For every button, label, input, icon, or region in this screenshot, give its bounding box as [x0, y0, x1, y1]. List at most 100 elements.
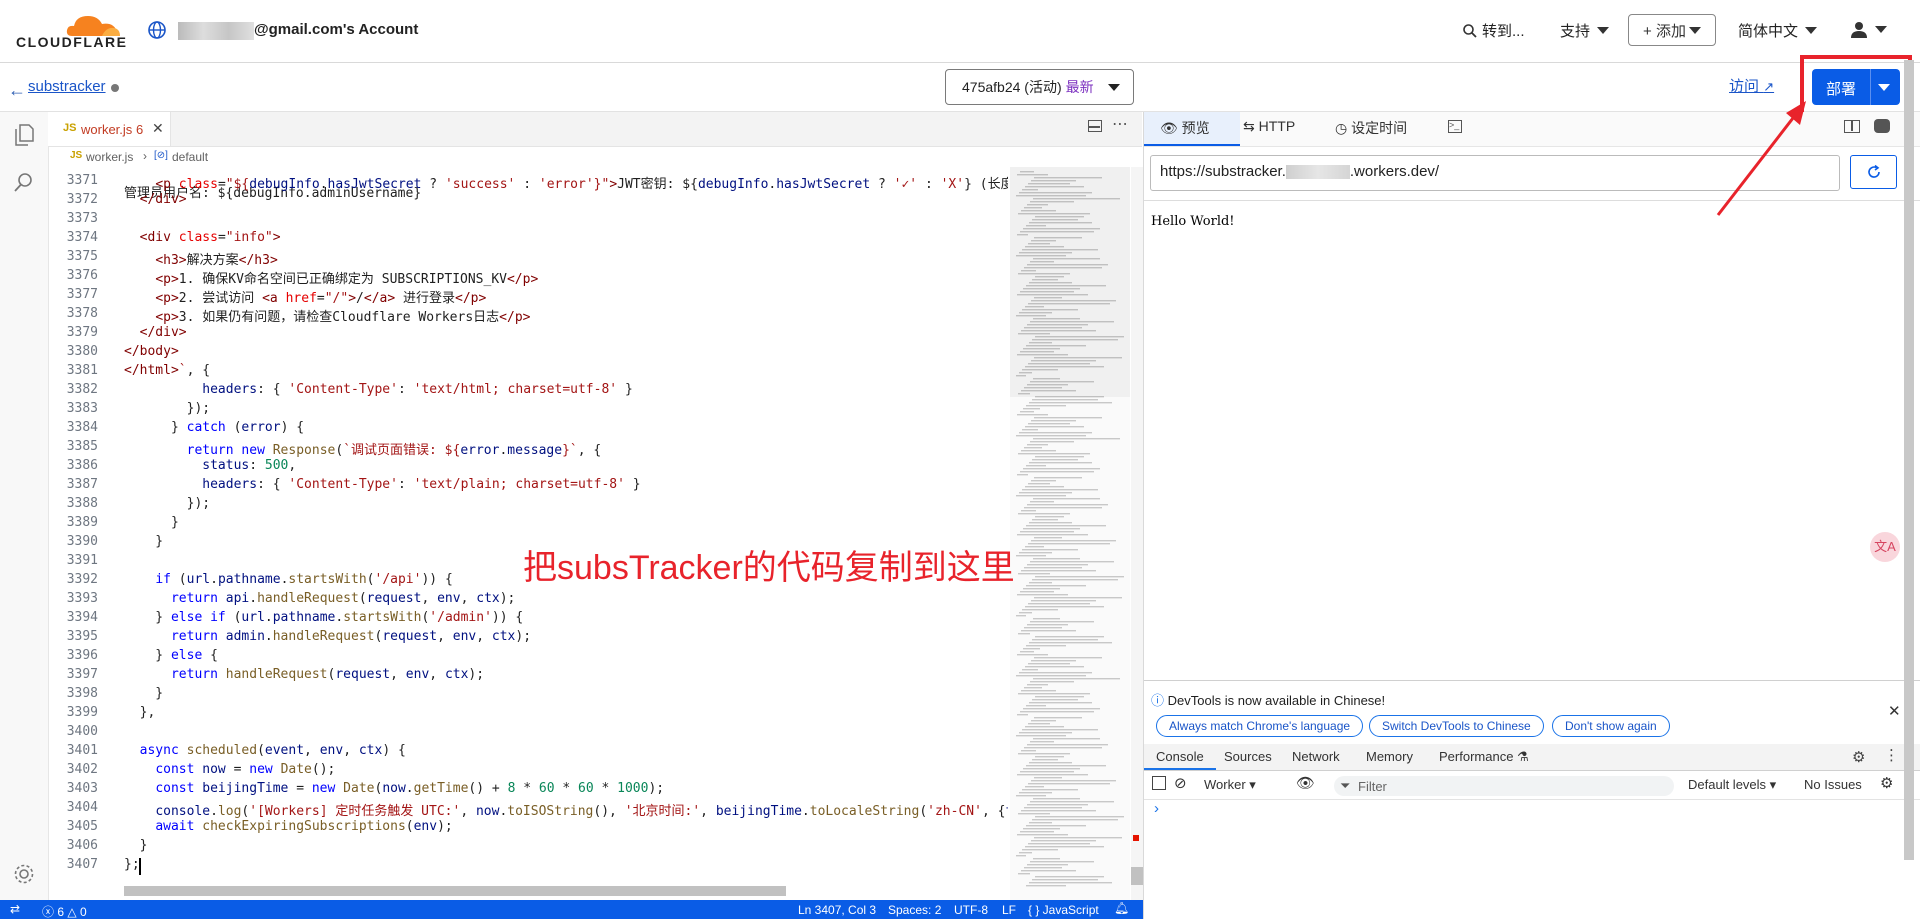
language-mode[interactable]: { } JavaScript: [1028, 903, 1099, 917]
cloudflare-wordmark: CLOUDFLARE: [16, 34, 128, 50]
code-line[interactable]: }: [124, 534, 163, 549]
code-line[interactable]: </html>`, {: [124, 363, 210, 378]
code-line[interactable]: });: [124, 401, 210, 416]
account-name[interactable]: @gmail.com's Account: [254, 21, 418, 38]
encoding[interactable]: UTF-8: [954, 903, 988, 917]
devtools-tab-network[interactable]: Network: [1292, 749, 1340, 764]
remote-icon[interactable]: ⇄: [10, 902, 20, 916]
indentation[interactable]: Spaces: 2: [888, 903, 941, 917]
scrollbar-thumb[interactable]: [1131, 867, 1143, 885]
terminal-icon[interactable]: >_: [1448, 120, 1462, 133]
devtools-info-text: DevTools is now available in Chinese!: [1167, 693, 1386, 708]
code-line[interactable]: if (url.pathname.startsWith('/api')) {: [124, 572, 452, 587]
console-prompt[interactable]: ›: [1154, 800, 1159, 817]
more-actions-icon[interactable]: ⋯: [1112, 114, 1128, 134]
tab-schedule[interactable]: ◷ 设定时间: [1335, 118, 1407, 138]
goto-button[interactable]: 转到...: [1462, 20, 1525, 41]
tab-worker-js[interactable]: JS worker.js 6 ✕: [48, 112, 171, 146]
close-icon[interactable]: ✕: [152, 120, 164, 137]
devtools-tab-memory[interactable]: Memory: [1366, 749, 1413, 764]
code-line[interactable]: async scheduled(event, env, ctx) {: [124, 743, 406, 758]
language-menu[interactable]: 简体中文: [1738, 20, 1818, 41]
default-levels-select[interactable]: Default levels ▾: [1688, 777, 1776, 793]
back-arrow-icon[interactable]: ←: [8, 80, 26, 101]
code-line[interactable]: return api.handleRequest(request, env, c…: [124, 591, 515, 606]
code-line[interactable]: } else if (url.pathname.startsWith('/adm…: [124, 610, 523, 625]
line-number: 3371: [66, 173, 98, 188]
breadcrumb-symbol[interactable]: default: [172, 150, 208, 164]
code-line[interactable]: }: [124, 515, 179, 530]
match-language-button[interactable]: Always match Chrome's language: [1156, 715, 1364, 737]
user-menu[interactable]: [1850, 20, 1887, 38]
code-line[interactable]: const now = new Date();: [124, 762, 335, 777]
code-line[interactable]: return new Response(`调试页面错误: ${error.mes…: [124, 439, 602, 458]
minimap[interactable]: [1010, 167, 1130, 900]
code-line[interactable]: headers: { 'Content-Type': 'text/plain; …: [124, 477, 640, 492]
code-line[interactable]: console.log('[Workers] 定时任务触发 UTC:', now…: [124, 800, 1008, 819]
code-line[interactable]: headers: { 'Content-Type': 'text/html; c…: [124, 382, 633, 397]
tab-preview[interactable]: 👁︎ 预览: [1160, 118, 1210, 138]
problems-indicator[interactable]: ⓧ 6 △ 0: [42, 903, 87, 920]
support-menu[interactable]: 支持: [1560, 20, 1610, 41]
code-line[interactable]: }: [124, 686, 163, 701]
issues-count[interactable]: No Issues: [1804, 777, 1862, 792]
reload-button[interactable]: [1850, 155, 1897, 189]
cursor-position[interactable]: Ln 3407, Col 3: [798, 903, 876, 917]
code-line[interactable]: });: [124, 496, 210, 511]
kebab-menu-icon[interactable]: ⋮: [1884, 746, 1899, 764]
settings-gear-icon[interactable]: ⚙︎: [1852, 748, 1865, 766]
end-of-line[interactable]: LF: [1002, 903, 1016, 917]
code-line[interactable]: },: [124, 705, 156, 720]
code-line[interactable]: }: [124, 838, 148, 853]
add-button[interactable]: + 添加: [1628, 14, 1716, 46]
vertical-scrollbar[interactable]: [1131, 167, 1143, 900]
code-line[interactable]: <div class="info">: [124, 230, 281, 245]
tab-http[interactable]: ⇆ HTTP: [1243, 118, 1295, 135]
settings-gear-icon[interactable]: ⚙︎: [1880, 774, 1893, 792]
code-line[interactable]: const beijingTime = new Date(now.getTime…: [124, 781, 664, 796]
translate-icon[interactable]: 文A: [1870, 532, 1900, 562]
book-icon[interactable]: [1844, 120, 1860, 133]
code-line[interactable]: <p>2. 尝试访问 <a href="/">/</a> 进行登录</p>: [124, 287, 486, 306]
dont-show-button[interactable]: Don't show again: [1552, 715, 1670, 737]
split-editor-icon[interactable]: [1088, 120, 1102, 132]
explorer-icon[interactable]: [12, 122, 36, 148]
line-number: 3381: [66, 363, 98, 378]
code-line[interactable]: };: [124, 857, 140, 872]
search-icon[interactable]: [12, 170, 36, 194]
devtools-tab-console[interactable]: Console: [1156, 749, 1204, 764]
eye-icon[interactable]: 👁︎: [1296, 774, 1315, 792]
code-line[interactable]: </div>: [124, 325, 187, 340]
switch-chinese-button[interactable]: Switch DevTools to Chinese: [1369, 715, 1544, 737]
code-line[interactable]: } else {: [124, 648, 218, 663]
code-line[interactable]: } catch (error) {: [124, 420, 304, 435]
code-line[interactable]: return handleRequest(request, env, ctx);: [124, 667, 484, 682]
devtools-tab-sources[interactable]: Sources: [1224, 749, 1272, 764]
visit-link[interactable]: 访问 ↗: [1729, 75, 1774, 96]
horizontal-scrollbar[interactable]: [124, 886, 786, 896]
discord-icon[interactable]: [1874, 119, 1890, 133]
code-line[interactable]: <p class="${debugInfo.hasJwtSecret ? 'su…: [124, 173, 1008, 192]
sidebar-toggle-icon[interactable]: [1152, 776, 1166, 790]
close-icon[interactable]: ✕: [1888, 702, 1901, 720]
context-select[interactable]: Worker ▾: [1204, 777, 1256, 793]
line-number: 3392: [66, 572, 98, 587]
clear-console-icon[interactable]: ⊘: [1174, 774, 1187, 792]
bell-icon[interactable]: 🔔︎: [1114, 901, 1129, 915]
code-line[interactable]: </div>: [124, 192, 187, 207]
code-line[interactable]: <p>1. 确保KV命名空间已正确绑定为 SUBSCRIPTIONS_KV</p…: [124, 268, 538, 287]
code-line[interactable]: return admin.handleRequest(request, env,…: [124, 629, 531, 644]
console-filter-input[interactable]: ⏷ Filter: [1334, 776, 1674, 796]
project-link[interactable]: substracker: [28, 78, 106, 95]
version-select[interactable]: 475afb24 (活动) 最新: [945, 69, 1134, 105]
gear-icon[interactable]: [12, 862, 36, 886]
devtools-tab-performance[interactable]: Performance ⚗︎: [1439, 749, 1529, 765]
code-line[interactable]: </body>: [124, 344, 179, 359]
code-line[interactable]: await checkExpiringSubscriptions(env);: [124, 819, 452, 834]
code-line[interactable]: status: 500,: [124, 458, 296, 473]
page-scrollbar[interactable]: [1904, 60, 1914, 860]
breadcrumb-file[interactable]: worker.js: [86, 150, 133, 164]
code-line[interactable]: <p>3. 如果仍有问题，请检查Cloudflare Workers日志</p>: [124, 306, 530, 325]
code-editor[interactable]: 3370 管理员用户名: ${debugInfo.adminUsername}3…: [48, 167, 1008, 880]
code-line[interactable]: <h3>解决方案</h3>: [124, 249, 277, 268]
